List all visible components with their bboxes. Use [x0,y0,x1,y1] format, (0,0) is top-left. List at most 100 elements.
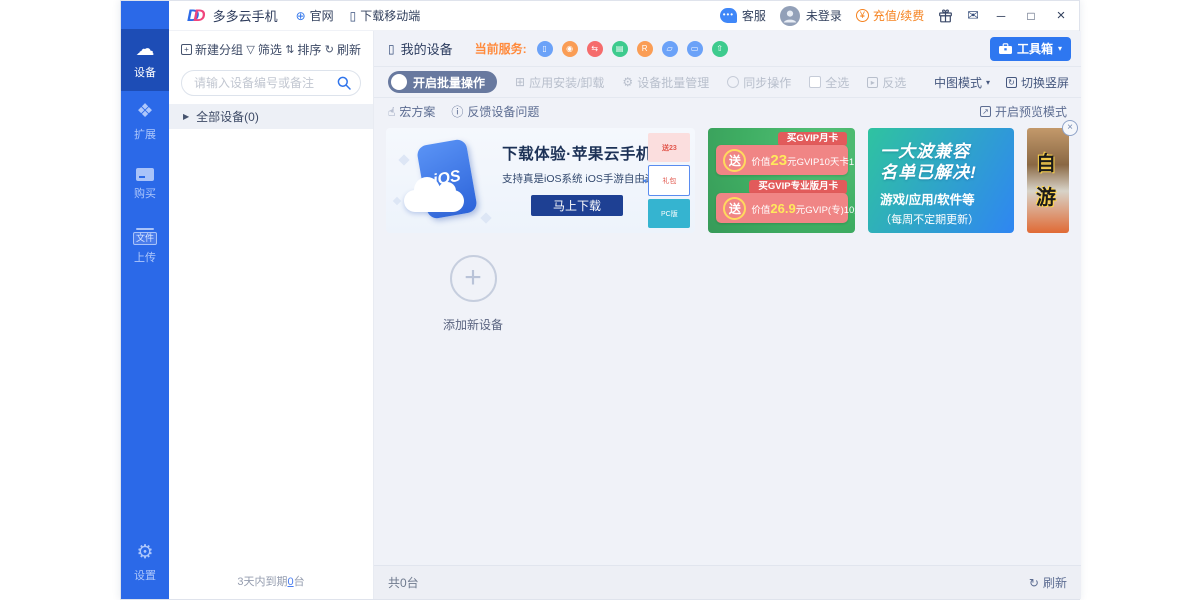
sidebar-item-devices[interactable]: ☁ 设备 [121,29,169,91]
refresh-list-button[interactable]: ↻ 刷新 [1029,574,1067,591]
tablet-service-icon[interactable]: ▤ [612,41,628,57]
group-label: 全部设备(0) [196,108,259,125]
device-total: 共0台 [388,574,419,591]
invert-selection-button[interactable]: ▸ 反选 [867,74,906,91]
phone-service-icon[interactable]: ▯ [537,41,553,57]
recharge-button[interactable]: ¥ 充值/续费 [856,7,924,24]
add-device-label: 添加新设备 [426,316,520,333]
main-sidebar: ☁ 设备 ❖ 扩展 购买 文件 上传 ⚙ 设置 [121,1,169,599]
device-list-panel: + 新建分组 ▽ 筛选 ⇅ 排序 ↻ 刷新 ▶ [169,31,374,599]
sidebar-item-label: 购买 [134,185,156,201]
gift-circle-icon: 送 [723,197,746,220]
banner-line: 名单已解决! [880,162,1014,183]
add-device-button[interactable]: + 添加新设备 [426,255,520,333]
main-content: ▯ 我的设备 当前服务: ▯ ◉ ⇆ ▤ R ▱ ▭ ⇧ 工具箱 ▾ 开 [374,31,1081,599]
banner-title: 下载体验·苹果云手机 [502,142,652,164]
banner-art-text: 自游 [1036,147,1060,215]
batch-manage-button[interactable]: ⚙ 设备批量管理 [622,74,709,91]
funnel-icon: ▽ [246,43,254,56]
macro-row: ☝ 宏方案 ⓘ 反馈设备问题 ↗ 开启预览模式 [374,98,1081,125]
title-bar: DD 多多云手机 ⊕ 官网 ▯ 下载移动端 ••• 客服 未登录 ¥ 充值/续费… [169,1,1079,31]
promo-banners: iOS 下载体验·苹果云手机 支持真是iOS系统 iOS手游自由运行 马上下载 … [386,128,1069,233]
device-group-all[interactable]: ▶ 全部设备(0) [169,104,373,129]
sidebar-item-file-upload[interactable]: 文件 上传 [121,215,169,277]
new-group-button[interactable]: + 新建分组 [181,41,243,58]
banner-carousel-strip: 送23 礼包 PC版 [648,133,690,228]
search-icon[interactable] [337,76,351,90]
minimize-button[interactable]: ─ [993,9,1009,23]
rotate-screen-button[interactable]: ↻ 切换竖屏 [1006,74,1069,91]
app-group-icon: ⊞ [515,75,525,89]
login-button[interactable]: 未登录 [780,6,842,26]
service-icons: ▯ ◉ ⇆ ▤ R ▱ ▭ ⇧ [537,41,728,57]
close-button[interactable]: × [1053,7,1069,24]
sort-button[interactable]: ⇅ 排序 [285,41,321,58]
monitor-service-icon[interactable]: ▭ [687,41,703,57]
status-bar: 共0台 ↻ 刷新 [374,565,1081,599]
transfer-service-icon[interactable]: ⇆ [587,41,603,57]
toolbox-button[interactable]: 工具箱 ▾ [990,37,1071,61]
location-service-icon[interactable]: ◉ [562,41,578,57]
filter-button[interactable]: ▽ 筛选 [246,41,281,58]
banner-line: （每周不定期更新） [880,211,1014,227]
sidebar-item-extensions[interactable]: ❖ 扩展 [121,91,169,153]
view-mode-dropdown[interactable]: 中图模式 ▾ [934,74,990,91]
sidebar-item-purchase[interactable]: 购买 [121,153,169,215]
info-icon: ⓘ [451,103,463,120]
preview-mode-button[interactable]: ↗ 开启预览模式 [980,103,1067,120]
sync-operation-button[interactable]: 同步操作 [727,74,791,91]
carousel-thumb[interactable]: 送23 [648,133,690,162]
radio-circle-icon [727,76,739,88]
globe-icon: ⊕ [296,9,306,23]
sidebar-item-settings[interactable]: ⚙ 设置 [121,535,169,591]
chat-bubble-icon: ••• [720,8,737,23]
refresh-icon: ↻ [325,43,334,56]
download-mobile-link[interactable]: ▯ 下载移动端 [350,7,421,24]
gvip-coupon-banner[interactable]: 买GVIP月卡 送 价值23元GVIP10天卡1台 买GVIP专业版月卡 送 价… [708,128,855,233]
macro-plan-button[interactable]: ☝ 宏方案 [388,103,435,120]
mail-icon[interactable]: ✉ [967,7,979,24]
sidebar-item-label: 扩展 [134,126,156,142]
refresh-icon: ↻ [1029,576,1039,590]
cloud-phone-icon: ☁ [136,40,155,60]
carousel-thumb[interactable]: 礼包 [648,165,690,196]
panel-actions: + 新建分组 ▽ 筛选 ⇅ 排序 ↻ 刷新 [169,31,373,66]
official-site-link[interactable]: ⊕ 官网 [296,7,334,24]
folder-plus-icon: + [181,44,192,55]
avatar [780,6,800,26]
batch-operation-toggle[interactable]: 开启批量操作 [388,71,497,93]
upload-service-icon[interactable]: ⇧ [712,41,728,57]
customer-service-button[interactable]: ••• 客服 [720,7,766,24]
select-all-checkbox[interactable]: 全选 [809,74,849,91]
yen-coin-icon: ¥ [856,9,869,22]
gift-icon[interactable] [938,9,953,23]
rotate-screen-icon: ↻ [1006,77,1017,88]
ios-cloud-phone-banner[interactable]: iOS 下载体验·苹果云手机 支持真是iOS系统 iOS手游自由运行 马上下载 … [386,128,695,233]
chevron-down-icon: ▾ [986,78,990,87]
expire-summary: 3天内到期0台 [169,573,373,589]
maximize-button[interactable]: □ [1023,9,1039,23]
gear-small-icon: ⚙ [622,75,633,89]
toggle-knob [391,74,407,90]
download-now-button[interactable]: 马上下载 [531,195,623,216]
compatibility-banner[interactable]: 一大波兼容 名单已解决! 游戏/应用/软件等 （每周不定期更新） [868,128,1014,233]
carousel-thumb[interactable]: PC版 [648,199,690,228]
game-banner-partial[interactable]: 自游 [1027,128,1069,233]
app-install-button[interactable]: ⊞ 应用安装/卸载 [515,74,604,91]
preview-expand-icon: ↗ [980,106,991,117]
feedback-button[interactable]: ⓘ 反馈设备问题 [451,103,539,120]
page-title: 我的设备 [401,39,453,58]
refresh-button[interactable]: ↻ 刷新 [325,41,361,58]
mobile-service-icon[interactable]: ▱ [662,41,678,57]
file-upload-icon: 文件 [133,228,157,245]
triangle-right-icon: ▶ [183,112,189,121]
gift-circle-icon: 送 [723,149,746,172]
banner-subtitle: 支持真是iOS系统 iOS手游自由运行 [502,171,652,186]
banner-close-button[interactable]: × [1062,120,1078,136]
device-search-input[interactable] [181,70,361,96]
devices-header: ▯ 我的设备 当前服务: ▯ ◉ ⇆ ▤ R ▱ ▭ ⇧ 工具箱 ▾ [374,31,1081,67]
sidebar-item-label: 设备 [134,64,156,80]
hand-pointer-icon: ☝ [388,105,395,119]
root-service-icon[interactable]: R [637,41,653,57]
gear-icon: ⚙ [136,543,153,563]
